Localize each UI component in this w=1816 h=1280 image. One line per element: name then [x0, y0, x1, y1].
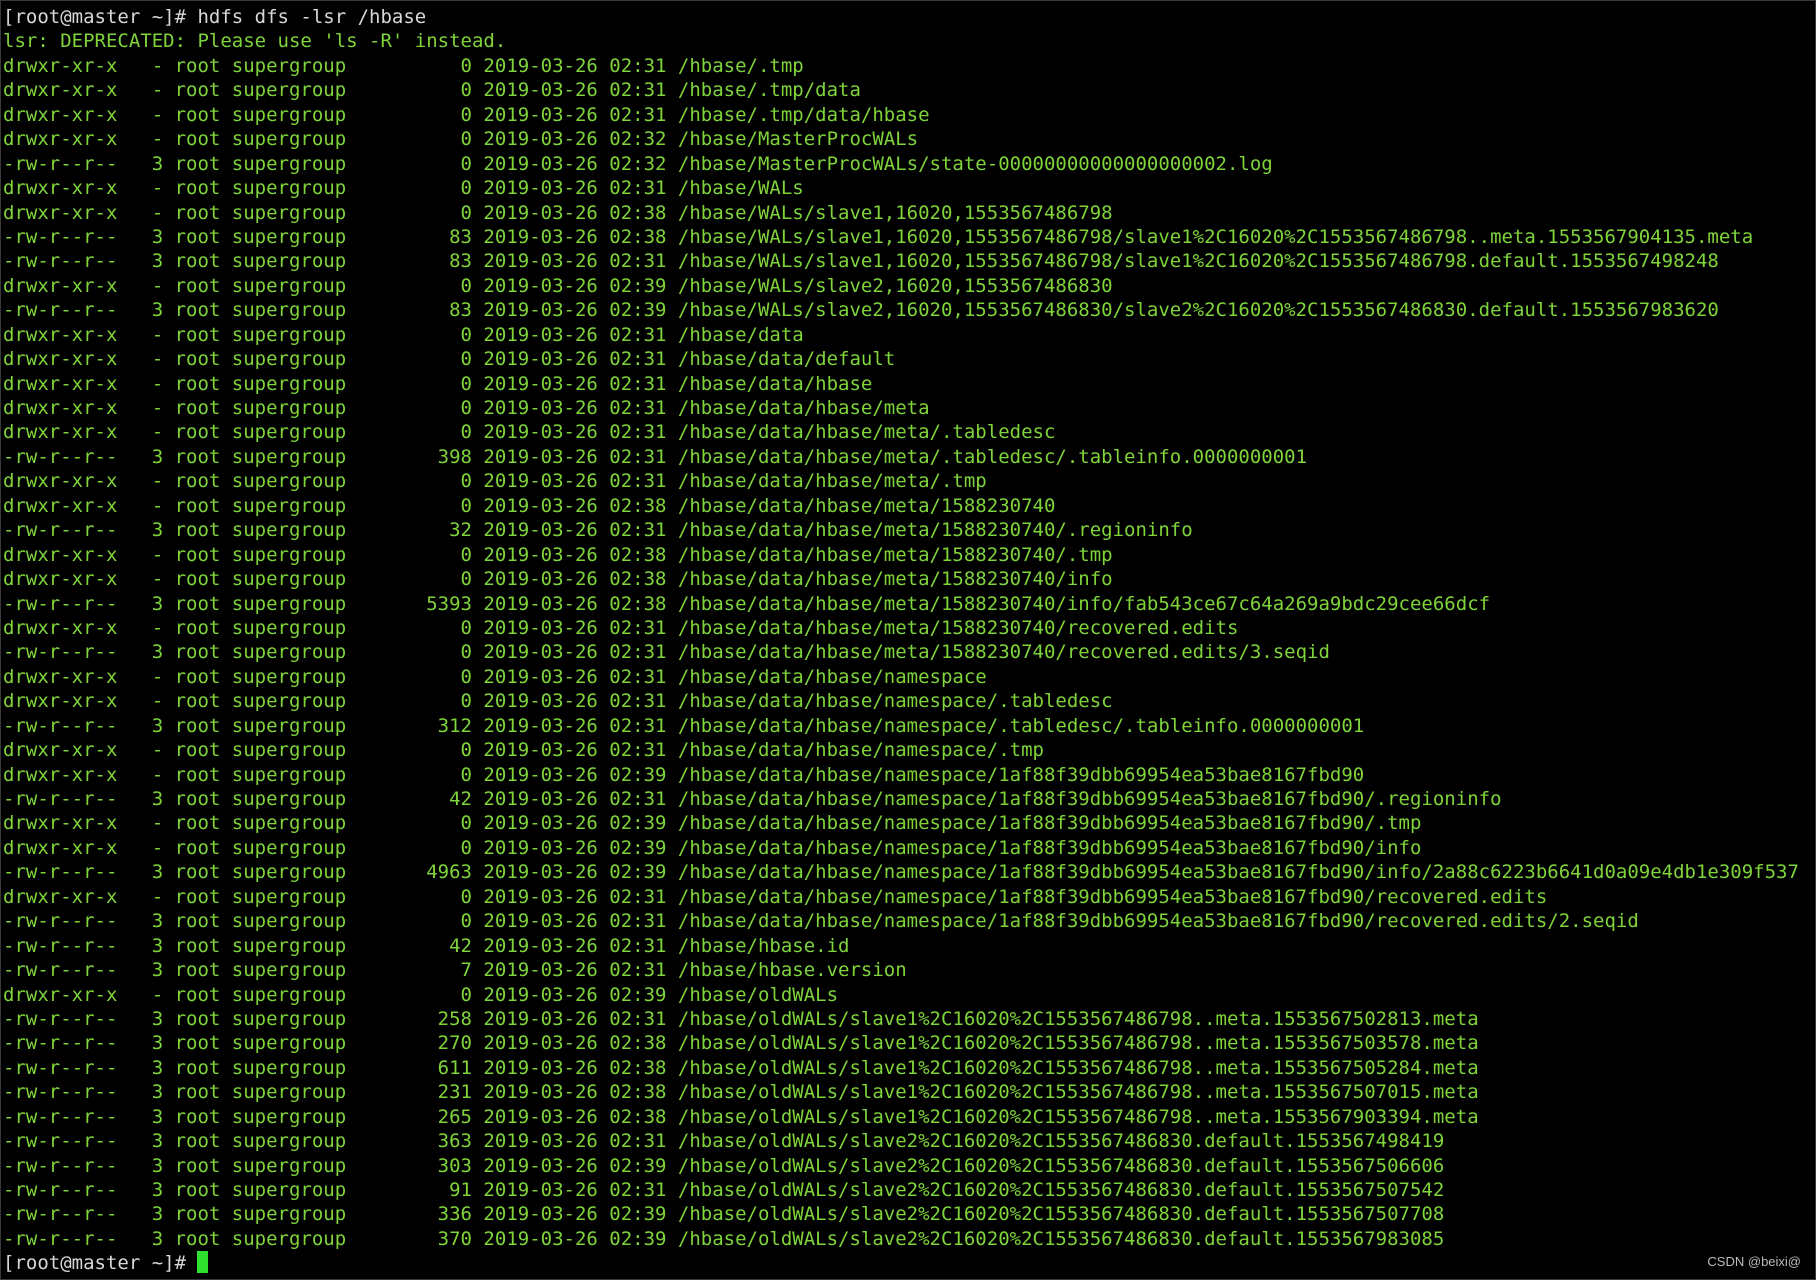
listing-row: -rw-r--r-- 3 root supergroup 42 2019-03-… [3, 934, 850, 957]
listing-row: drwxr-xr-x - root supergroup 0 2019-03-2… [3, 494, 1056, 517]
listing-row: -rw-r--r-- 3 root supergroup 83 2019-03-… [3, 250, 1719, 273]
listing-row: -rw-r--r-- 3 root supergroup 83 2019-03-… [3, 299, 1719, 322]
listing-row: drwxr-xr-x - root supergroup 0 2019-03-2… [3, 348, 896, 371]
listing-row: drwxr-xr-x - root supergroup 0 2019-03-2… [3, 128, 919, 151]
listing-row: drwxr-xr-x - root supergroup 0 2019-03-2… [3, 103, 930, 126]
listing-row: -rw-r--r-- 3 root supergroup 0 2019-03-2… [3, 152, 1273, 175]
listing-row: drwxr-xr-x - root supergroup 0 2019-03-2… [3, 421, 1056, 444]
listing-row: drwxr-xr-x - root supergroup 0 2019-03-2… [3, 54, 804, 77]
terminal-window[interactable]: [root@master ~]# hdfs dfs -lsr /hbase ls… [0, 0, 1816, 1280]
listing-row: -rw-r--r-- 3 root supergroup 398 2019-03… [3, 445, 1308, 468]
terminal-output: [root@master ~]# hdfs dfs -lsr /hbase ls… [3, 5, 1813, 1276]
listing-row: drwxr-xr-x - root supergroup 0 2019-03-2… [3, 274, 1113, 297]
listing-row: -rw-r--r-- 3 root supergroup 611 2019-03… [3, 1056, 1479, 1079]
watermark: CSDN @beixi@ [1707, 1254, 1801, 1269]
listing-row: -rw-r--r-- 3 root supergroup 336 2019-03… [3, 1203, 1445, 1226]
listing-row: drwxr-xr-x - root supergroup 0 2019-03-2… [3, 470, 987, 493]
prompt-line[interactable]: [root@master ~]# [3, 1251, 1813, 1275]
listing-row: -rw-r--r-- 3 root supergroup 0 2019-03-2… [3, 910, 1639, 933]
cursor-block [197, 1251, 209, 1274]
listing-row: drwxr-xr-x - root supergroup 0 2019-03-2… [3, 201, 1113, 224]
listing-row: -rw-r--r-- 3 root supergroup 42 2019-03-… [3, 788, 1502, 810]
listing-row: drwxr-xr-x - root supergroup 0 2019-03-2… [3, 665, 987, 688]
listing-row: -rw-r--r-- 3 root supergroup 265 2019-03… [3, 1105, 1479, 1128]
listing-row: -rw-r--r-- 3 root supergroup 0 2019-03-2… [3, 641, 1330, 664]
listing-row: -rw-r--r-- 3 root supergroup 363 2019-03… [3, 1130, 1445, 1153]
listing-row: -rw-r--r-- 3 root supergroup 270 2019-03… [3, 1032, 1479, 1055]
listing-row: drwxr-xr-x - root supergroup 0 2019-03-2… [3, 616, 1239, 639]
deprecation-warning: lsr: DEPRECATED: Please use 'ls -R' inst… [3, 30, 507, 53]
listing-row: -rw-r--r-- 3 root supergroup 312 2019-03… [3, 714, 1365, 737]
listing-row: drwxr-xr-x - root supergroup 0 2019-03-2… [3, 739, 1044, 762]
listing-row: -rw-r--r-- 3 root supergroup 303 2019-03… [3, 1154, 1445, 1177]
listing-row: drwxr-xr-x - root supergroup 0 2019-03-2… [3, 372, 873, 395]
command-line: [root@master ~]# hdfs dfs -lsr /hbase [3, 6, 427, 28]
file-listing: drwxr-xr-x - root supergroup 0 2019-03-2… [3, 54, 1813, 1251]
listing-row: drwxr-xr-x - root supergroup 0 2019-03-2… [3, 690, 1113, 713]
listing-row: -rw-r--r-- 3 root supergroup 370 2019-03… [3, 1227, 1445, 1250]
listing-row: drwxr-xr-x - root supergroup 0 2019-03-2… [3, 543, 1113, 566]
listing-row: -rw-r--r-- 3 root supergroup 91 2019-03-… [3, 1179, 1445, 1201]
listing-row: drwxr-xr-x - root supergroup 0 2019-03-2… [3, 885, 1548, 908]
listing-row: drwxr-xr-x - root supergroup 0 2019-03-2… [3, 812, 1422, 835]
listing-row: -rw-r--r-- 3 root supergroup 7 2019-03-2… [3, 959, 907, 982]
listing-row: drwxr-xr-x - root supergroup 0 2019-03-2… [3, 397, 930, 419]
listing-row: -rw-r--r-- 3 root supergroup 83 2019-03-… [3, 225, 1754, 248]
listing-row: -rw-r--r-- 3 root supergroup 258 2019-03… [3, 1007, 1479, 1030]
listing-row: drwxr-xr-x - root supergroup 0 2019-03-2… [3, 836, 1422, 859]
listing-row: drwxr-xr-x - root supergroup 0 2019-03-2… [3, 568, 1113, 591]
listing-row: drwxr-xr-x - root supergroup 0 2019-03-2… [3, 177, 804, 200]
listing-row: drwxr-xr-x - root supergroup 0 2019-03-2… [3, 763, 1365, 786]
listing-row: -rw-r--r-- 3 root supergroup 5393 2019-0… [3, 592, 1491, 615]
listing-row: -rw-r--r-- 3 root supergroup 231 2019-03… [3, 1081, 1479, 1104]
listing-row: -rw-r--r-- 3 root supergroup 32 2019-03-… [3, 519, 1193, 542]
listing-row: drwxr-xr-x - root supergroup 0 2019-03-2… [3, 79, 861, 102]
prompt-text: [root@master ~]# [3, 1252, 198, 1275]
listing-row: drwxr-xr-x - root supergroup 0 2019-03-2… [3, 323, 804, 346]
listing-row: -rw-r--r-- 3 root supergroup 4963 2019-0… [3, 861, 1799, 884]
listing-row: drwxr-xr-x - root supergroup 0 2019-03-2… [3, 983, 839, 1006]
